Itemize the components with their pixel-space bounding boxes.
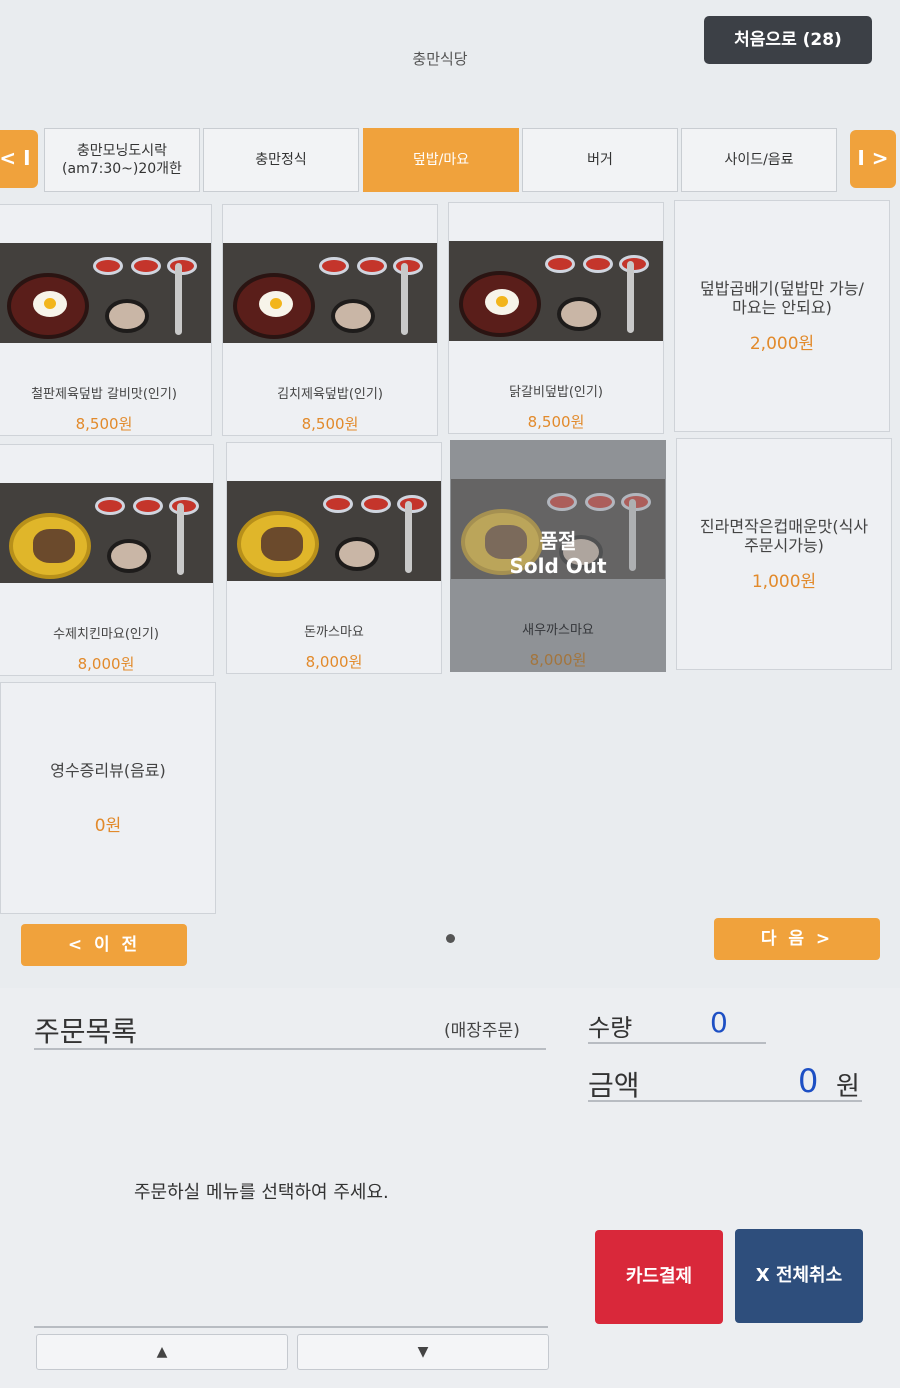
menu-item-name: 진라면작은컵매운맛(식사 주문시가능): [699, 517, 869, 555]
quantity-value: 0: [710, 1006, 728, 1039]
tab-chungman-set[interactable]: 충만정식: [203, 128, 359, 192]
menu-item-price: 8,500원: [301, 415, 359, 433]
triangle-down-icon: ▼: [417, 1344, 429, 1360]
menu-item-name: 덮밥곱배기(덮밥만 가능/ 마요는 안되요): [700, 279, 864, 317]
food-photo: [449, 241, 663, 341]
soldout-label: 품절 Sold Out: [451, 529, 665, 579]
menu-item-name: 수제치킨마요(인기): [53, 627, 159, 642]
order-list-title: 주문목록: [34, 1015, 138, 1048]
menu-item-price: 8,000원: [77, 655, 135, 673]
home-button[interactable]: 처음으로 (28): [704, 16, 872, 64]
tab-rice-bowl-mayo[interactable]: 덮밥/마요: [363, 128, 519, 192]
menu-item-name: 김치제육덮밥(인기): [277, 387, 383, 402]
menu-item[interactable]: 진라면작은컵매운맛(식사 주문시가능) 1,000원: [676, 438, 892, 670]
soldout-label-kr: 품절: [539, 529, 577, 553]
order-type-label: (매장주문): [444, 1021, 520, 1041]
category-prev-arrow[interactable]: < I: [0, 130, 38, 188]
prev-page-button[interactable]: < 이 전: [21, 924, 187, 966]
menu-item[interactable]: 김치제육덮밥(인기) 8,500원: [222, 204, 438, 436]
menu-item[interactable]: 돈까스마요 8,000원: [226, 442, 442, 674]
menu-item-price: 1,000원: [751, 572, 817, 592]
card-payment-button[interactable]: 카드결제: [595, 1230, 723, 1324]
cancel-all-button[interactable]: X 전체취소: [735, 1229, 863, 1323]
divider: [34, 1326, 548, 1328]
menu-item[interactable]: 수제치킨마요(인기) 8,000원: [0, 444, 214, 676]
menu-item-name: 닭갈비덮밥(인기): [509, 385, 603, 400]
amount-label: 금액: [588, 1069, 640, 1102]
menu-item-price: 2,000원: [749, 334, 815, 354]
soldout-label-en: Sold Out: [509, 554, 607, 578]
menu-item-name: 새우까스마요: [522, 623, 594, 638]
food-photo: [0, 483, 213, 583]
menu-item-price: 8,500원: [527, 413, 585, 431]
food-photo: [223, 243, 437, 343]
menu-item[interactable]: 닭갈비덮밥(인기) 8,500원: [448, 202, 664, 434]
menu-item-price: 8,000원: [305, 653, 363, 671]
menu-item-name: 영수증리뷰(음료): [50, 761, 166, 780]
triangle-up-icon: ▲: [156, 1344, 168, 1360]
menu-item-soldout[interactable]: 품절 Sold Out 새우까스마요 8,000원: [450, 440, 666, 672]
next-page-button[interactable]: 다 음 >: [714, 918, 880, 960]
scroll-up-button[interactable]: ▲: [36, 1334, 288, 1370]
divider: [588, 1100, 862, 1102]
tab-side-drink[interactable]: 사이드/음료: [681, 128, 837, 192]
menu-item[interactable]: 영수증리뷰(음료) 0원: [0, 682, 216, 914]
category-next-arrow[interactable]: I >: [850, 130, 896, 188]
divider: [588, 1042, 766, 1044]
menu-item-price: 0원: [94, 816, 122, 836]
amount-unit: 원: [836, 1072, 860, 1102]
amount-value: 0: [798, 1062, 819, 1100]
menu-item-name: 돈까스마요: [304, 625, 364, 640]
scroll-down-button[interactable]: ▼: [297, 1334, 549, 1370]
divider: [34, 1048, 546, 1050]
order-hint-text: 주문하실 메뉴를 선택하여 주세요.: [134, 1182, 389, 1203]
menu-item-name: 철판제육덮밥 갈비맛(인기): [31, 387, 177, 402]
menu-item[interactable]: 덮밥곱배기(덮밥만 가능/ 마요는 안되요) 2,000원: [674, 200, 890, 432]
tab-burger[interactable]: 버거: [522, 128, 678, 192]
page-indicator-dot: [446, 934, 455, 943]
order-panel: 주문목록 (매장주문) 수량 0 금액 0 원 주문하실 메뉴를 선택하여 주세…: [0, 988, 900, 1388]
menu-item-price: 8,000원: [529, 651, 587, 669]
menu-item[interactable]: 철판제육덮밥 갈비맛(인기) 8,500원: [0, 204, 212, 436]
store-name: 충만식당: [412, 50, 468, 68]
food-photo: [227, 481, 441, 581]
food-photo: [0, 243, 211, 343]
quantity-label: 수량: [588, 1014, 633, 1042]
menu-item-price: 8,500원: [75, 415, 133, 433]
tab-morning-lunchbox[interactable]: 충만모닝도시락 (am7:30~)20개한: [44, 128, 200, 192]
